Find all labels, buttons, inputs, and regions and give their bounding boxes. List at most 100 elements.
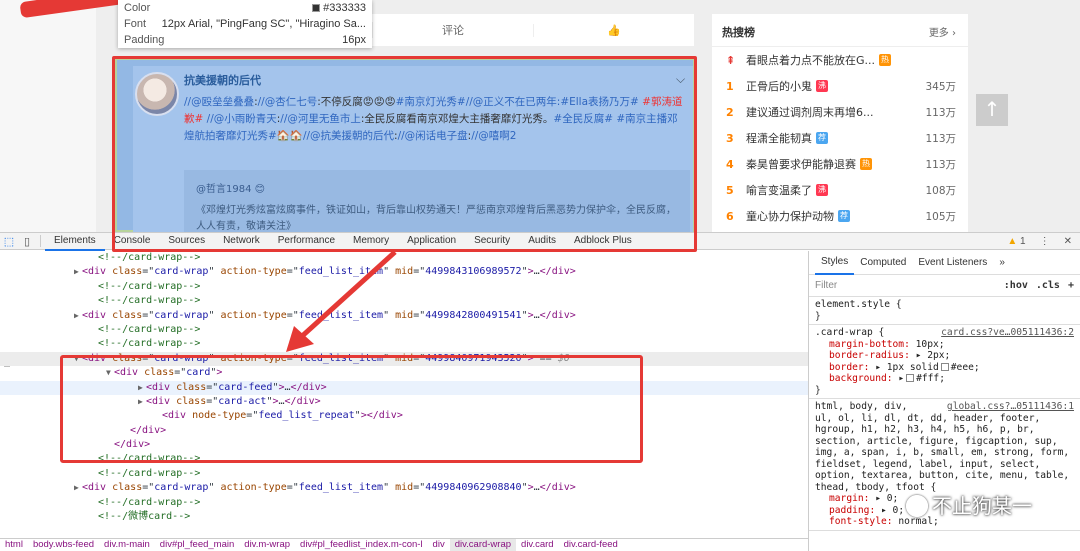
- css-color-value[interactable]: #eee;: [951, 362, 980, 373]
- dom-token: mid: [395, 266, 414, 278]
- thumb-up-icon: 👍: [607, 24, 621, 37]
- hot-count: 113万: [925, 158, 956, 171]
- dom-node-line[interactable]: <!--/card-wrap-->: [0, 467, 808, 481]
- dom-token: ": [208, 309, 221, 321]
- breadcrumb-item[interactable]: div.card-wrap: [449, 539, 517, 551]
- hot-search-text[interactable]: 喻言变温柔了: [746, 182, 812, 198]
- breadcrumb-item[interactable]: div.card: [516, 539, 559, 551]
- tooltip-padding-value: 16px: [342, 34, 366, 46]
- dom-token: 4499843106989572: [425, 266, 522, 278]
- css-prop-value[interactable]: ▸ 2px;: [916, 350, 951, 361]
- back-to-top-button[interactable]: ↑: [976, 94, 1008, 126]
- hot-search-text[interactable]: 正骨后的小鬼: [746, 78, 812, 94]
- dom-token: 4499842800491541: [425, 309, 522, 321]
- styles-tab[interactable]: »: [993, 252, 1011, 274]
- breadcrumb-item[interactable]: div: [428, 539, 450, 551]
- rule-selector-line: hgroup, h1, h2, h3, h4, h5, h6, p, br,: [815, 424, 1035, 435]
- dom-node-line[interactable]: <!--/card-wrap-->: [0, 294, 808, 308]
- hot-badge: 热: [879, 54, 892, 66]
- hot-search-item[interactable]: 2 建议通过调剂周末再增6... 113万: [712, 99, 968, 125]
- dom-token: =": [142, 266, 155, 278]
- dom-node-line[interactable]: ▶ <div class="card-wrap" action-type="fee…: [0, 309, 808, 323]
- close-icon[interactable]: ✕: [1064, 236, 1072, 247]
- hot-search-text[interactable]: 秦昊曾要求伊能静退赛: [746, 156, 856, 172]
- styles-tab[interactable]: Event Listeners: [912, 252, 993, 274]
- dom-token: =": [286, 482, 299, 494]
- hot-search-item[interactable]: ⇞ 看眼点着力点不能放在G... 热: [712, 47, 968, 73]
- hot-search-item[interactable]: 3 程潇全能韧真荐 113万: [712, 125, 968, 151]
- styles-tab[interactable]: Styles: [815, 251, 855, 275]
- css-property[interactable]: margin-bottom: 10px;: [815, 339, 1074, 351]
- hot-search-item[interactable]: 4 秦昊曾要求伊能静退赛热 113万: [712, 151, 968, 177]
- watermark-logo-icon: [906, 495, 928, 517]
- more-link[interactable]: 更多 ›: [929, 24, 956, 40]
- pin-icon: ⇞: [726, 53, 736, 67]
- comment-button[interactable]: 评论: [372, 22, 533, 38]
- tab-elements[interactable]: Elements: [45, 232, 105, 251]
- dom-token: <div: [82, 266, 113, 278]
- stylesheet-link[interactable]: global.css?…05111436:1: [947, 401, 1074, 413]
- hot-search-item[interactable]: 5 喻言变温柔了沸 108万: [712, 177, 968, 203]
- like-button[interactable]: 👍: [533, 23, 694, 37]
- css-prop-value[interactable]: ▸ 1px solid: [875, 362, 939, 373]
- css-prop-value[interactable]: 10px;: [916, 339, 945, 350]
- color-swatch[interactable]: [940, 362, 949, 371]
- color-swatch[interactable]: [906, 374, 915, 382]
- styles-tab[interactable]: Computed: [854, 252, 912, 274]
- dom-node-line[interactable]: <!--/card-wrap-->: [0, 337, 808, 351]
- css-prop-value[interactable]: ▸ 0;: [881, 505, 904, 516]
- breadcrumb-item[interactable]: div.m-main: [99, 539, 155, 551]
- css-color-value[interactable]: #fff;: [916, 373, 945, 384]
- dom-node-line[interactable]: <!--/card-wrap-->: [0, 251, 808, 265]
- breadcrumb-item[interactable]: div#pl_feedlist_index.m-con-l: [295, 539, 428, 551]
- css-property[interactable]: border-radius: ▸ 2px;: [815, 350, 1074, 362]
- device-toggle-icon[interactable]: ▯: [18, 235, 36, 248]
- dom-token: feed_list_item: [298, 266, 384, 278]
- dom-token: =": [286, 309, 299, 321]
- expand-triangle-icon[interactable]: ▶: [74, 265, 82, 279]
- breadcrumb-item[interactable]: html: [0, 539, 28, 551]
- hot-search-item[interactable]: 6 童心协力保护动物荐 105万: [712, 203, 968, 229]
- hot-rank: 5: [726, 183, 734, 197]
- css-prop-value[interactable]: ▸: [898, 373, 904, 384]
- more-options-icon[interactable]: ⋮: [1040, 236, 1050, 247]
- dom-node-line[interactable]: <!--/card-wrap-->: [0, 323, 808, 337]
- hot-search-text[interactable]: 看眼点着力点不能放在G...: [746, 52, 875, 68]
- hot-count: 345万: [925, 80, 956, 93]
- dom-token: class: [112, 309, 143, 321]
- dom-token: mid: [395, 309, 414, 321]
- dom-node-line[interactable]: ▶ <div class="card-wrap" action-type="fee…: [0, 481, 808, 495]
- inspect-element-icon[interactable]: ⬚: [0, 235, 18, 248]
- dom-token: <!--/card-wrap-->: [98, 338, 201, 350]
- css-property[interactable]: border: ▸ 1px solid #eee;: [815, 362, 1074, 374]
- breadcrumb-item[interactable]: body.wbs-feed: [28, 539, 99, 551]
- warning-indicator[interactable]: ▲ 1: [1007, 236, 1025, 247]
- dom-node-line[interactable]: <!--/微博card-->: [0, 510, 808, 524]
- dom-node-line[interactable]: <!--/card-wrap-->: [0, 280, 808, 294]
- hov-button[interactable]: :hov: [1004, 280, 1028, 291]
- hot-badge: 热: [860, 158, 872, 170]
- stylesheet-link[interactable]: card.css?ve…005111436:2: [941, 327, 1074, 339]
- dom-node-line[interactable]: ▶ <div class="card-wrap" action-type="fee…: [0, 265, 808, 279]
- hot-search-text[interactable]: 童心协力保护动物: [746, 208, 834, 224]
- dom-token: ": [383, 309, 396, 321]
- add-rule-button[interactable]: +: [1068, 280, 1074, 291]
- breadcrumb-item[interactable]: div.m-wrap: [239, 539, 295, 551]
- cls-button[interactable]: .cls: [1036, 280, 1060, 291]
- hot-search-item[interactable]: 1 正骨后的小鬼沸 345万: [712, 73, 968, 99]
- rule-selector-line: option, textarea, button, cite, menu, ta…: [815, 470, 1070, 481]
- filter-input[interactable]: Filter: [815, 280, 996, 291]
- dom-node-line[interactable]: <!--/card-wrap-->: [0, 496, 808, 510]
- css-prop-name: border-radius: [829, 350, 905, 361]
- hot-search-text[interactable]: 程潇全能韧真: [746, 130, 812, 146]
- dom-token: feed_list_item: [298, 309, 384, 321]
- breadcrumb-item[interactable]: div#pl_feed_main: [155, 539, 239, 551]
- expand-triangle-icon[interactable]: ▶: [74, 481, 82, 495]
- css-prop-value[interactable]: ▸ 0;: [875, 493, 898, 504]
- breadcrumb-item[interactable]: div.card-feed: [559, 539, 623, 551]
- css-property[interactable]: background: ▸ #fff;: [815, 373, 1074, 385]
- dom-token: action-type: [220, 482, 287, 494]
- hot-search-text[interactable]: 建议通过调剂周末再增6...: [746, 104, 874, 120]
- expand-triangle-icon[interactable]: ▶: [74, 309, 82, 323]
- dom-token: class: [112, 266, 143, 278]
